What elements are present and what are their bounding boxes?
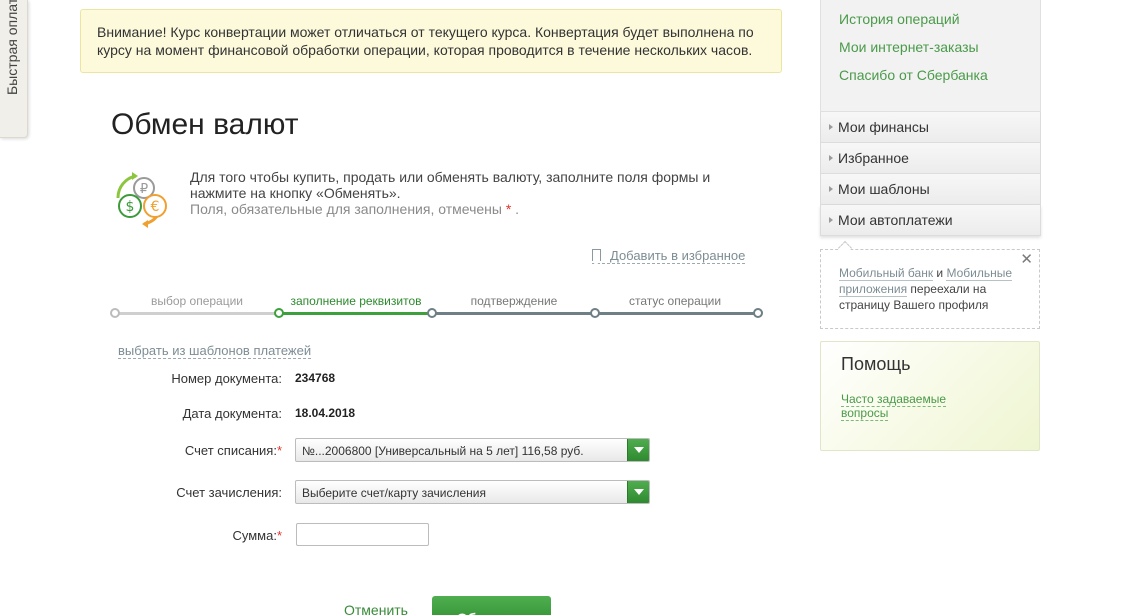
- step-line-pending-1: [432, 312, 595, 315]
- required-hint: Поля, обязательные для заполнения, отмеч…: [190, 201, 750, 217]
- step-dot-5: [753, 308, 763, 318]
- help-panel: Помощь Часто задаваемые вопросы: [820, 341, 1040, 451]
- bookmark-icon: [592, 249, 601, 265]
- doc-number-label: Номер документа:: [171, 371, 282, 386]
- debit-account-select[interactable]: №...2006800 [Универсальный на 5 лет] 116…: [295, 438, 650, 462]
- debit-account-label-text: Счет списания:: [184, 443, 277, 458]
- add-to-favorites-label: Добавить в избранное: [610, 248, 746, 263]
- svg-text:$: $: [126, 199, 135, 215]
- notice-and: и: [933, 266, 947, 280]
- debit-account-row: Счет списания:* №...2006800 [Универсальн…: [0, 438, 800, 464]
- page-title: Обмен валют: [111, 108, 299, 141]
- step-label-select: выбор операции: [150, 294, 244, 308]
- sidebar-item-templates[interactable]: Мои шаблоны: [820, 174, 1041, 205]
- sidebar-link-history[interactable]: История операций: [821, 10, 1040, 38]
- step-line-active: [279, 312, 432, 315]
- sidebar-item-autopayments[interactable]: Мои автоплатежи: [820, 205, 1041, 236]
- required-hint-end: .: [515, 201, 520, 217]
- required-star: *: [276, 528, 282, 543]
- sidebar-link-orders[interactable]: Мои интернет-заказы: [821, 38, 1040, 66]
- conversion-warning: Внимание! Курс конвертации может отличат…: [80, 9, 782, 73]
- amount-input[interactable]: [296, 523, 429, 546]
- step-label-confirm: подтверждение: [470, 294, 558, 308]
- exchange-button[interactable]: Обменять: [432, 596, 551, 615]
- intro-instructions: Для того чтобы купить, продать или обмен…: [190, 169, 711, 201]
- doc-date-value: 18.04.2018: [295, 406, 356, 420]
- select-template-link[interactable]: выбрать из шаблонов платежей: [118, 343, 312, 359]
- sidebar-item-favorites[interactable]: Избранное: [820, 143, 1041, 174]
- right-sidebar: История операций Мои интернет-заказы Спа…: [820, 0, 1041, 236]
- required-hint-text: Поля, обязательные для заполнения, отмеч…: [190, 201, 502, 217]
- svg-text:₽: ₽: [140, 182, 148, 197]
- mobile-bank-link[interactable]: Мобильный банк: [839, 266, 934, 281]
- required-star: *: [276, 443, 282, 458]
- credit-account-row: Счет зачисления: Выберите счет/карту зач…: [0, 480, 800, 506]
- step-label-fill: заполнение реквизитов: [290, 294, 422, 308]
- quick-pay-tab[interactable]: Быстрая оплата: [0, 0, 28, 138]
- step-line-done: [115, 312, 279, 315]
- faq-wrap: Часто задаваемые вопросы: [841, 392, 961, 421]
- amount-label: Сумма:*: [232, 528, 282, 543]
- intro-text: Для того чтобы купить, продать или обмен…: [190, 169, 750, 217]
- doc-number-value: 234768: [295, 371, 336, 385]
- required-star: *: [505, 201, 512, 217]
- debit-account-label: Счет списания:*: [185, 443, 282, 458]
- step-label-status: статус операции: [628, 294, 722, 308]
- chevron-down-icon[interactable]: [627, 439, 649, 461]
- sidebar-link-thanks[interactable]: Спасибо от Сбербанка: [821, 66, 1040, 94]
- svg-text:€: €: [151, 199, 160, 215]
- cancel-button[interactable]: Отменить: [344, 603, 408, 615]
- step-dot-2: [274, 308, 284, 318]
- amount-label-text: Сумма:: [232, 528, 277, 543]
- step-line-pending-2: [595, 312, 758, 315]
- chevron-down-icon[interactable]: [627, 481, 649, 503]
- sidebar-item-finances[interactable]: Мои финансы: [820, 112, 1041, 143]
- close-icon[interactable]: ✕: [1020, 252, 1033, 268]
- step-dot-3: [427, 308, 437, 318]
- credit-account-placeholder: Выберите счет/карту зачисления: [302, 486, 486, 500]
- add-to-favorites-link[interactable]: Добавить в избранное: [592, 248, 746, 265]
- faq-link[interactable]: Часто задаваемые вопросы: [841, 392, 947, 421]
- doc-date-label: Дата документа:: [182, 406, 282, 421]
- sidebar-links: История операций Мои интернет-заказы Спа…: [820, 0, 1041, 112]
- quick-pay-tab-label: Быстрая оплата: [4, 0, 20, 95]
- step-dot-1: [110, 308, 120, 318]
- debit-account-value: №...2006800 [Универсальный на 5 лет] 116…: [302, 444, 584, 458]
- mobile-bank-notice: ✕ Мобильный банк и Мобильные приложения …: [820, 249, 1040, 329]
- amount-row: Сумма:*: [0, 523, 800, 549]
- progress-stepper: выбор операции заполнение реквизитов под…: [110, 290, 764, 322]
- credit-account-label: Счет зачисления:: [176, 485, 282, 500]
- help-title: Помощь: [841, 354, 911, 374]
- credit-account-select[interactable]: Выберите счет/карту зачисления: [295, 480, 650, 504]
- currency-exchange-icon: ₽ $ €: [116, 172, 167, 228]
- doc-date-row: Дата документа: 18.04.2018: [0, 401, 800, 427]
- doc-number-row: Номер документа: 234768: [0, 366, 800, 392]
- step-dot-4: [590, 308, 600, 318]
